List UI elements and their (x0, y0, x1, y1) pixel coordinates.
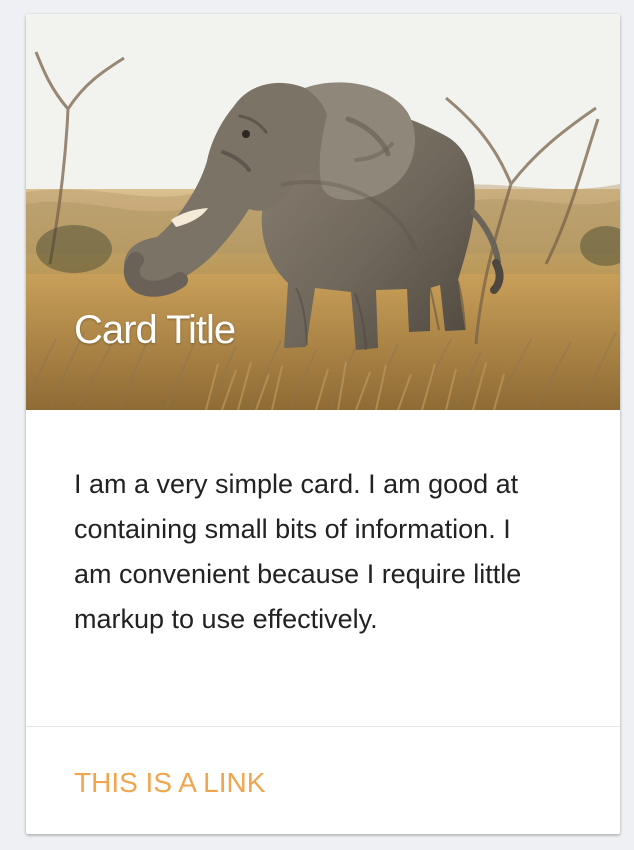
card-content: I am a very simple card. I am good at co… (26, 410, 620, 726)
card: Card Title I am a very simple card. I am… (26, 14, 620, 834)
card-title: Card Title (74, 308, 236, 352)
card-link[interactable]: THIS IS A LINK (74, 767, 265, 799)
card-description: I am a very simple card. I am good at co… (74, 469, 522, 634)
card-image: Card Title (26, 14, 620, 410)
card-action: THIS IS A LINK (26, 726, 620, 834)
